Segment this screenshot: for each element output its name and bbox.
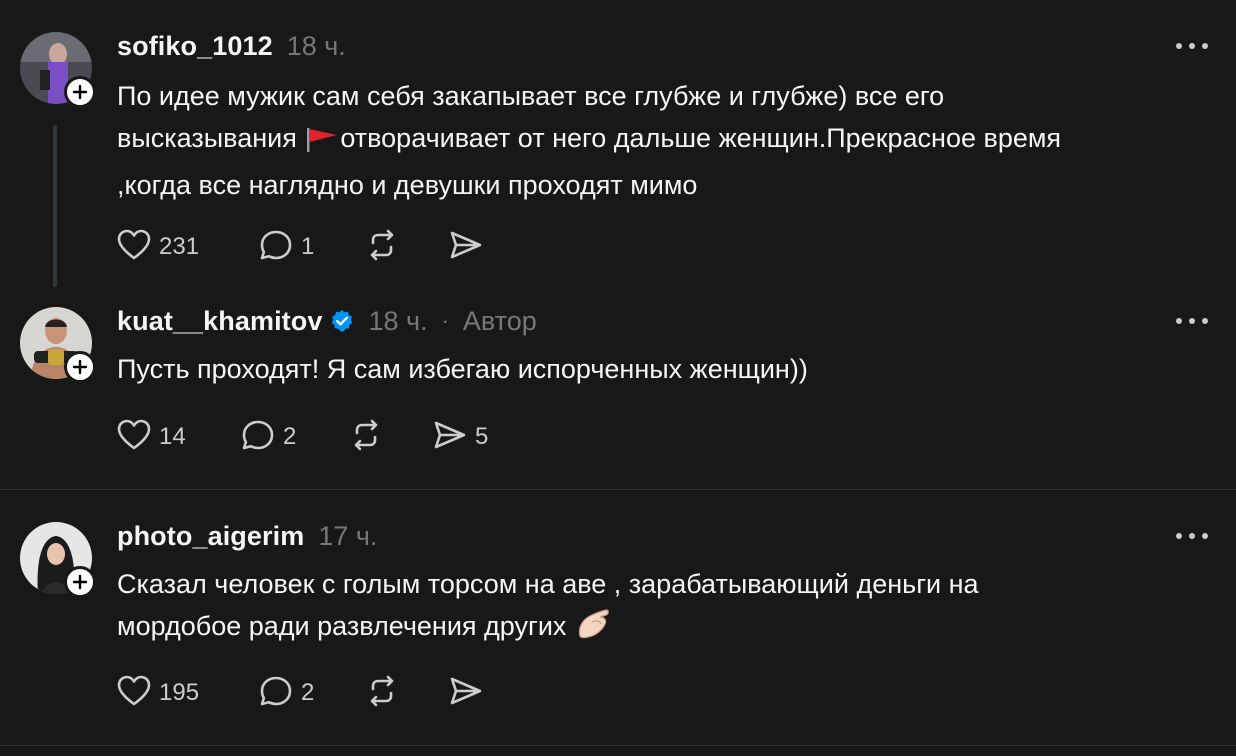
comment-icon — [259, 675, 293, 712]
timestamp[interactable]: 18 ч. — [368, 306, 427, 337]
heart-icon — [117, 229, 151, 266]
username[interactable]: sofiko_1012 — [117, 31, 273, 62]
reply-count: 2 — [301, 679, 315, 706]
thread-line — [53, 125, 57, 287]
username[interactable]: photo_aigerim — [117, 521, 304, 552]
share-button[interactable] — [449, 675, 483, 712]
username[interactable]: kuat__khamitov — [117, 306, 322, 337]
avatar-container[interactable] — [20, 32, 96, 108]
share-button[interactable] — [449, 229, 483, 266]
like-button[interactable]: 195 — [117, 675, 259, 712]
repost-button[interactable] — [365, 675, 449, 712]
action-bar: 231 1 — [117, 227, 483, 267]
like-count: 14 — [159, 423, 186, 450]
like-button[interactable]: 231 — [117, 229, 259, 266]
repost-icon — [365, 675, 399, 712]
more-options-icon[interactable] — [1174, 303, 1210, 339]
reply-count: 2 — [283, 423, 297, 450]
like-count: 195 — [159, 679, 200, 706]
share-count: 5 — [475, 423, 489, 450]
repost-button[interactable] — [349, 419, 433, 456]
avatar-container[interactable] — [20, 307, 96, 383]
heart-icon — [117, 675, 151, 712]
post-text: Пусть проходят! Я сам избегаю испорченны… — [117, 354, 808, 384]
post-text: Сказал человек с голым торсом на аве , з… — [117, 563, 1217, 652]
comment-icon — [259, 229, 293, 266]
more-options-icon[interactable] — [1174, 28, 1210, 64]
repost-icon — [365, 229, 399, 266]
repost-icon — [349, 419, 383, 456]
send-icon — [433, 419, 467, 456]
reply-button[interactable]: 2 — [259, 675, 365, 712]
more-options-icon[interactable] — [1174, 518, 1210, 554]
author-label: Автор — [462, 305, 537, 336]
action-bar: 195 2 — [117, 673, 483, 713]
reply-button[interactable]: 2 — [241, 419, 349, 456]
post-divider — [0, 489, 1236, 490]
post-divider — [0, 745, 1236, 746]
avatar-container[interactable] — [20, 522, 96, 598]
follow-plus-icon[interactable] — [64, 351, 96, 383]
separator-dot: · — [441, 308, 449, 333]
post-text-part: Сказал человек с голым торсом на аве , з… — [117, 569, 979, 641]
timestamp[interactable]: 17 ч. — [318, 521, 377, 552]
action-bar: 14 2 5 — [117, 417, 488, 457]
follow-plus-icon[interactable] — [64, 76, 96, 108]
comment-icon — [241, 419, 275, 456]
send-icon — [449, 229, 483, 266]
pinched-fingers-icon — [574, 606, 612, 652]
post-header: photo_aigerim 17 ч. — [117, 518, 377, 554]
repost-button[interactable] — [365, 229, 449, 266]
timestamp[interactable]: 18 ч. — [287, 31, 346, 62]
post-text: По идее мужик сам себя закапывает все гл… — [117, 75, 1217, 206]
reply-count: 1 — [301, 233, 315, 260]
verified-badge-icon — [330, 309, 354, 333]
reply-button[interactable]: 1 — [259, 229, 365, 266]
like-count: 231 — [159, 233, 200, 260]
like-button[interactable]: 14 — [117, 419, 241, 456]
red-flag-icon — [304, 122, 340, 164]
share-button[interactable]: 5 — [433, 419, 488, 456]
follow-plus-icon[interactable] — [64, 566, 96, 598]
heart-icon — [117, 419, 151, 456]
send-icon — [449, 675, 483, 712]
post-header: kuat__khamitov 18 ч. · Автор — [117, 303, 537, 339]
post-header: sofiko_1012 18 ч. — [117, 28, 346, 64]
